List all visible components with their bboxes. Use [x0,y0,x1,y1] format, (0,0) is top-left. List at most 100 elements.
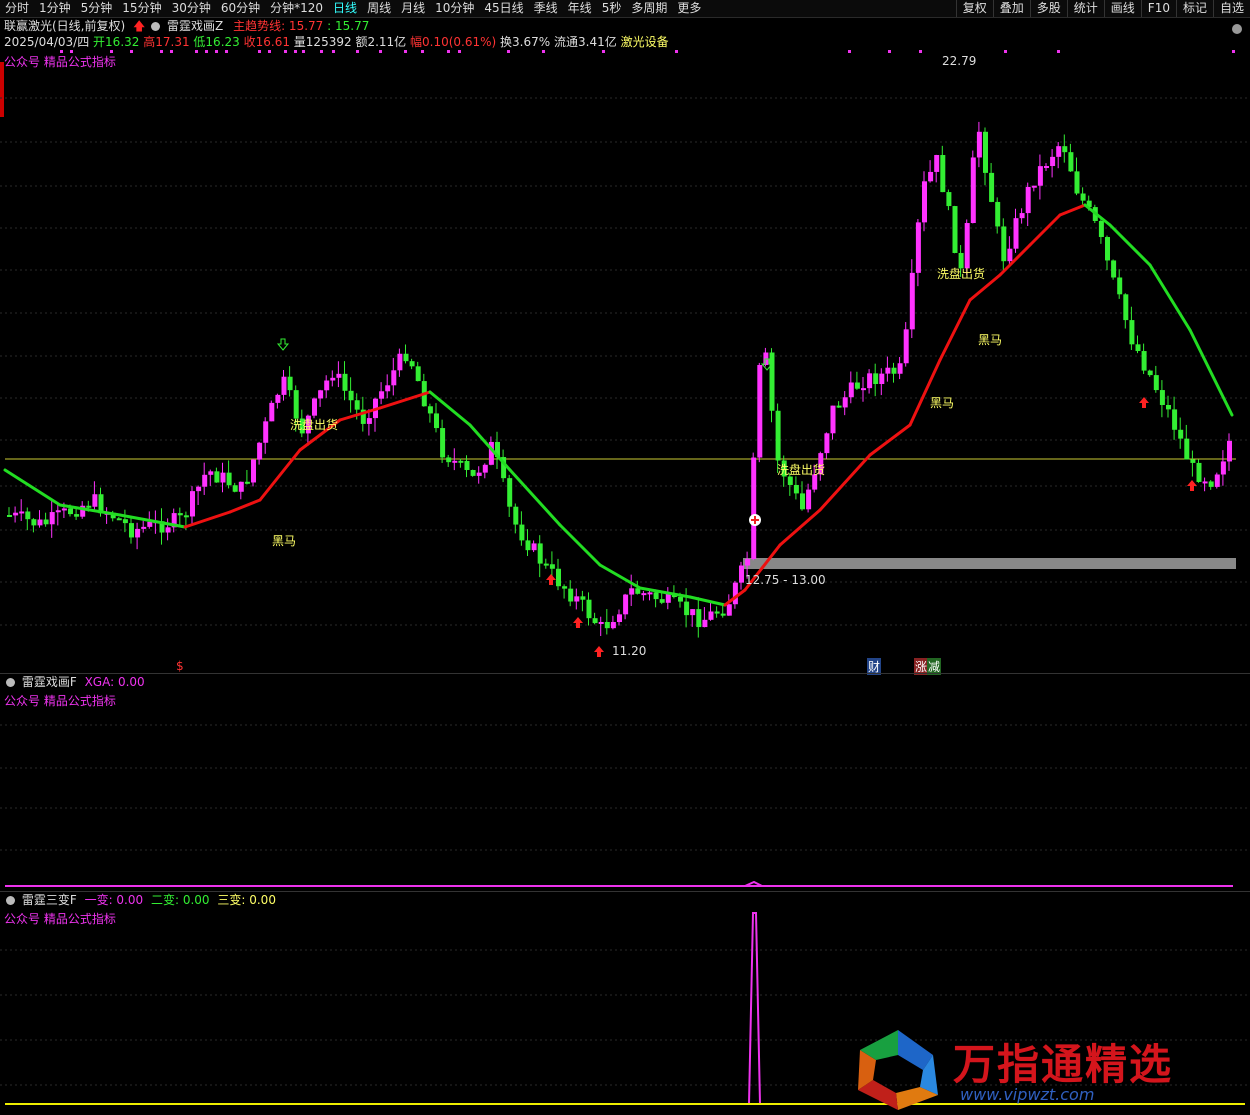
candle-body [1080,193,1086,201]
candle-body [604,621,610,629]
signal-dot [110,50,113,53]
candle-body [427,406,433,414]
gear-icon[interactable] [6,896,15,905]
candle-body [1001,226,1007,262]
candle-body [861,388,866,391]
candle-body [7,515,12,517]
s-marker[interactable]: $ [176,659,184,673]
signal-dot [848,50,851,53]
candle-body [275,394,281,403]
candle-body [873,373,879,385]
candle-body [287,376,293,391]
gear-icon[interactable] [6,678,15,687]
candle-body [836,405,842,408]
candle-body [678,597,683,602]
brand-watermark: 万指通精选 www.vipwzt.com [848,1025,1248,1115]
candle-body [580,596,586,600]
candle-body [1044,166,1049,169]
signal-dot [70,50,73,53]
washout-label: 洗盘出货 [290,418,339,432]
candle-body [1178,429,1184,439]
trend-line-segment [228,498,262,514]
trend-line-segment [1058,203,1087,217]
candle-body [434,413,439,429]
candle-body [19,511,25,514]
candle-body [1129,320,1135,345]
candle-body [385,385,391,392]
candle-body [1227,440,1232,462]
candle-body [952,206,958,253]
candle-body [391,370,397,386]
candle-body [806,489,812,510]
panel3-watermark-label: 公众号 精品公式指标 [4,912,116,926]
candle-body [1019,213,1025,219]
trend-line-segment [558,523,602,567]
candle-body [177,513,183,516]
candle-body [1123,294,1129,321]
candle-body [354,400,360,410]
candle-body [196,486,202,492]
panel-divider[interactable] [0,891,1250,892]
panel3-name[interactable]: 雷霆三变F [22,893,77,907]
candle-body [257,442,263,460]
brand-logo-icon [858,1030,938,1110]
candle-body [946,192,952,207]
trend-line-segment [1148,263,1192,332]
candle-body [1105,237,1110,261]
candle-body [647,592,653,595]
candle-body [1153,375,1159,391]
candle-body [470,470,476,476]
candle-body [251,459,256,483]
candle-body [1202,481,1208,484]
panel2-name[interactable]: 雷霆戏画F [22,675,77,689]
panel2-header: 雷霆戏画F XGA: 0.00 [4,675,145,690]
candle-body [995,201,1001,227]
candle-body [714,611,720,614]
candle-body [464,460,470,471]
candle-body [452,460,458,463]
signal-dot [320,50,323,53]
panel3-v1: 一变: 0.00 [84,893,144,907]
signal-dot [1057,50,1060,53]
panel2-watermark-label: 公众号 精品公式指标 [4,694,116,708]
dark-horse-label: 黑马 [930,396,955,410]
signal-dot [542,50,545,53]
candle-body [49,512,55,525]
range-bar [743,558,1236,569]
candle-body [74,514,80,517]
candle-body [1068,152,1074,172]
candle-body [37,519,43,526]
candle-body [1141,351,1147,371]
candle-body [1220,461,1226,475]
candle-body [440,428,446,458]
candle-body [190,491,195,517]
candle-body [220,472,226,483]
candle-body [1117,277,1123,295]
signal-dot [130,50,133,53]
panel-divider[interactable] [0,673,1250,674]
signal-dot [421,50,424,53]
signal-dot [1232,50,1235,53]
candle-body [830,405,836,434]
candle-body [543,563,549,566]
buy-arrow-icon [1187,480,1197,491]
candle-body [476,472,482,476]
candle-body [1037,166,1043,186]
candle-body [824,433,830,454]
candle-body [964,223,970,269]
candle-body [848,382,854,398]
panel2-value: XGA: 0.00 [84,675,145,689]
candle-body [1196,462,1202,482]
dark-horse-label: 黑马 [978,333,1003,347]
candle-body [519,524,525,541]
buy-arrow-icon [546,574,556,585]
signal-dot [1004,50,1007,53]
candle-body [739,565,744,583]
brand-text: 万指通精选 [953,1040,1174,1089]
candle-body [983,131,988,173]
candle-body [61,508,67,511]
trend-line-segment [3,468,62,507]
spike-line [748,912,761,1105]
buy-arrow-icon [594,646,604,657]
candlestick-chart[interactable] [0,0,1250,1115]
